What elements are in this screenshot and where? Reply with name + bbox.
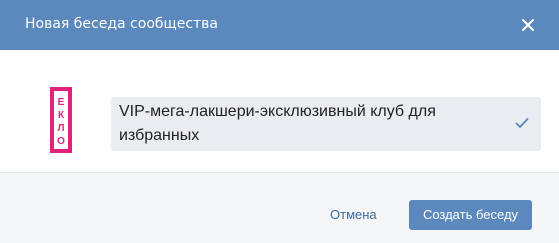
- dialog-footer: Отмена Создать беседу: [0, 173, 559, 243]
- logo-letter-3: Л: [57, 123, 64, 134]
- close-icon[interactable]: [519, 16, 537, 34]
- dialog-header: Новая беседа сообщества: [0, 0, 559, 50]
- cancel-button[interactable]: Отмена: [330, 200, 377, 230]
- check-icon[interactable]: [515, 117, 529, 129]
- new-community-chat-dialog: Новая беседа сообщества Е К Л О VIP-мега…: [0, 0, 559, 243]
- logo-letter-4: О: [57, 136, 65, 147]
- logo-letter-2: К: [58, 110, 65, 121]
- logo-letter-1: Е: [58, 97, 65, 108]
- dialog-title: Новая беседа сообщества: [25, 16, 219, 32]
- create-chat-button[interactable]: Создать беседу: [409, 200, 532, 230]
- chat-logo[interactable]: Е К Л О: [46, 87, 76, 153]
- dialog-body: Е К Л О VIP-мега-лакшери-эксклюзивный кл…: [0, 50, 559, 172]
- chat-name-input[interactable]: VIP-мега-лакшери-эксклюзивный клуб для и…: [111, 97, 541, 151]
- chat-name-value[interactable]: VIP-мега-лакшери-эксклюзивный клуб для и…: [119, 100, 514, 148]
